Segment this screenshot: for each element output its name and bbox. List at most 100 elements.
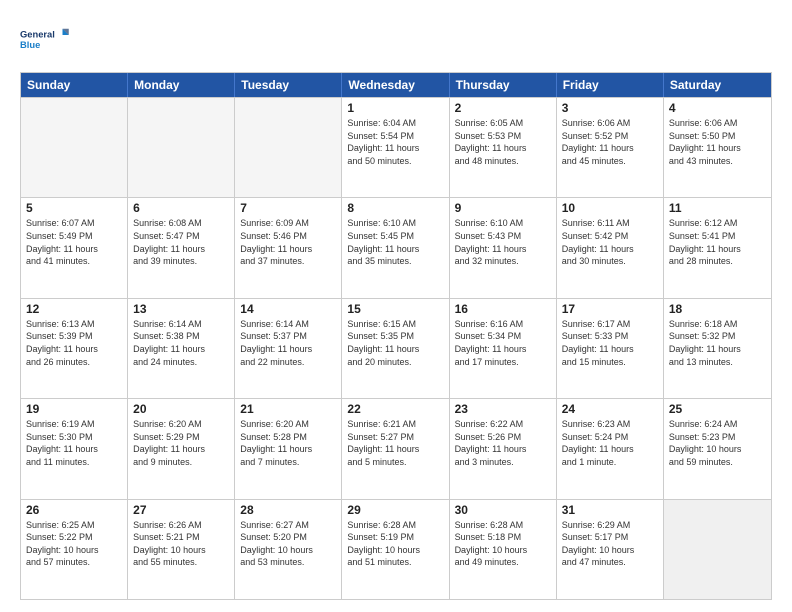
- day-number: 17: [562, 302, 658, 316]
- day-number: 4: [669, 101, 766, 115]
- day-text: Sunrise: 6:28 AM Sunset: 5:18 PM Dayligh…: [455, 519, 551, 569]
- day-cell-16: 16 Sunrise: 6:16 AM Sunset: 5:34 PM Dayli…: [450, 299, 557, 398]
- day-text: Sunrise: 6:08 AM Sunset: 5:47 PM Dayligh…: [133, 217, 229, 267]
- weekday-header-sunday: Sunday: [21, 73, 128, 97]
- empty-cell: [235, 98, 342, 197]
- day-text: Sunrise: 6:07 AM Sunset: 5:49 PM Dayligh…: [26, 217, 122, 267]
- day-text: Sunrise: 6:10 AM Sunset: 5:43 PM Dayligh…: [455, 217, 551, 267]
- day-text: Sunrise: 6:20 AM Sunset: 5:28 PM Dayligh…: [240, 418, 336, 468]
- day-cell-5: 5 Sunrise: 6:07 AM Sunset: 5:49 PM Daylig…: [21, 198, 128, 297]
- day-cell-31: 31Sunrise: 6:29 AM Sunset: 5:17 PM Dayli…: [557, 500, 664, 599]
- day-number: 29: [347, 503, 443, 517]
- day-text: Sunrise: 6:16 AM Sunset: 5:34 PM Dayligh…: [455, 318, 551, 368]
- weekday-header-wednesday: Wednesday: [342, 73, 449, 97]
- calendar-page: General Blue SundayMondayTuesdayWednesda…: [0, 0, 792, 612]
- day-text: Sunrise: 6:06 AM Sunset: 5:52 PM Dayligh…: [562, 117, 658, 167]
- day-text: Sunrise: 6:23 AM Sunset: 5:24 PM Dayligh…: [562, 418, 658, 468]
- logo: General Blue: [20, 18, 70, 62]
- day-cell-14: 14 Sunrise: 6:14 AM Sunset: 5:37 PM Dayli…: [235, 299, 342, 398]
- day-number: 18: [669, 302, 766, 316]
- day-cell-11: 11 Sunrise: 6:12 AM Sunset: 5:41 PM Dayli…: [664, 198, 771, 297]
- day-text: Sunrise: 6:27 AM Sunset: 5:20 PM Dayligh…: [240, 519, 336, 569]
- day-number: 3: [562, 101, 658, 115]
- calendar: SundayMondayTuesdayWednesdayThursdayFrid…: [20, 72, 772, 600]
- day-text: Sunrise: 6:19 AM Sunset: 5:30 PM Dayligh…: [26, 418, 122, 468]
- weekday-header-thursday: Thursday: [450, 73, 557, 97]
- day-cell-27: 27 Sunrise: 6:26 AM Sunset: 5:21 PM Dayli…: [128, 500, 235, 599]
- day-number: 13: [133, 302, 229, 316]
- day-text: Sunrise: 6:21 AM Sunset: 5:27 PM Dayligh…: [347, 418, 443, 468]
- day-cell-13: 13 Sunrise: 6:14 AM Sunset: 5:38 PM Dayli…: [128, 299, 235, 398]
- day-number: 30: [455, 503, 551, 517]
- day-cell-29: 29Sunrise: 6:28 AM Sunset: 5:19 PM Dayli…: [342, 500, 449, 599]
- day-text: Sunrise: 6:14 AM Sunset: 5:37 PM Dayligh…: [240, 318, 336, 368]
- day-text: Sunrise: 6:09 AM Sunset: 5:46 PM Dayligh…: [240, 217, 336, 267]
- day-text: Sunrise: 6:24 AM Sunset: 5:23 PM Dayligh…: [669, 418, 766, 468]
- day-number: 31: [562, 503, 658, 517]
- day-text: Sunrise: 6:06 AM Sunset: 5:50 PM Dayligh…: [669, 117, 766, 167]
- day-cell-8: 8 Sunrise: 6:10 AM Sunset: 5:45 PM Daylig…: [342, 198, 449, 297]
- day-text: Sunrise: 6:04 AM Sunset: 5:54 PM Dayligh…: [347, 117, 443, 167]
- day-number: 27: [133, 503, 229, 517]
- day-cell-18: 18 Sunrise: 6:18 AM Sunset: 5:32 PM Dayli…: [664, 299, 771, 398]
- day-number: 28: [240, 503, 336, 517]
- day-cell-30: 30 Sunrise: 6:28 AM Sunset: 5:18 PM Dayli…: [450, 500, 557, 599]
- calendar-header-row: SundayMondayTuesdayWednesdayThursdayFrid…: [21, 73, 771, 97]
- day-cell-21: 21 Sunrise: 6:20 AM Sunset: 5:28 PM Dayli…: [235, 399, 342, 498]
- day-text: Sunrise: 6:13 AM Sunset: 5:39 PM Dayligh…: [26, 318, 122, 368]
- day-number: 22: [347, 402, 443, 416]
- calendar-body: 1 Sunrise: 6:04 AM Sunset: 5:54 PM Daylig…: [21, 97, 771, 599]
- weekday-header-tuesday: Tuesday: [235, 73, 342, 97]
- empty-cell: [21, 98, 128, 197]
- day-cell-10: 10Sunrise: 6:11 AM Sunset: 5:42 PM Dayli…: [557, 198, 664, 297]
- calendar-row-1: 5 Sunrise: 6:07 AM Sunset: 5:49 PM Daylig…: [21, 197, 771, 297]
- day-cell-9: 9Sunrise: 6:10 AM Sunset: 5:43 PM Daylig…: [450, 198, 557, 297]
- day-text: Sunrise: 6:12 AM Sunset: 5:41 PM Dayligh…: [669, 217, 766, 267]
- calendar-row-3: 19 Sunrise: 6:19 AM Sunset: 5:30 PM Dayli…: [21, 398, 771, 498]
- day-number: 8: [347, 201, 443, 215]
- svg-text:General: General: [20, 30, 55, 40]
- day-text: Sunrise: 6:25 AM Sunset: 5:22 PM Dayligh…: [26, 519, 122, 569]
- day-cell-3: 3 Sunrise: 6:06 AM Sunset: 5:52 PM Daylig…: [557, 98, 664, 197]
- day-number: 16: [455, 302, 551, 316]
- logo-svg: General Blue: [20, 18, 70, 62]
- day-number: 25: [669, 402, 766, 416]
- day-text: Sunrise: 6:05 AM Sunset: 5:53 PM Dayligh…: [455, 117, 551, 167]
- day-number: 6: [133, 201, 229, 215]
- day-cell-1: 1 Sunrise: 6:04 AM Sunset: 5:54 PM Daylig…: [342, 98, 449, 197]
- day-cell-2: 2Sunrise: 6:05 AM Sunset: 5:53 PM Daylig…: [450, 98, 557, 197]
- day-number: 1: [347, 101, 443, 115]
- day-number: 7: [240, 201, 336, 215]
- day-number: 12: [26, 302, 122, 316]
- day-cell-26: 26Sunrise: 6:25 AM Sunset: 5:22 PM Dayli…: [21, 500, 128, 599]
- day-cell-28: 28 Sunrise: 6:27 AM Sunset: 5:20 PM Dayli…: [235, 500, 342, 599]
- calendar-row-0: 1 Sunrise: 6:04 AM Sunset: 5:54 PM Daylig…: [21, 97, 771, 197]
- day-cell-4: 4 Sunrise: 6:06 AM Sunset: 5:50 PM Daylig…: [664, 98, 771, 197]
- day-number: 19: [26, 402, 122, 416]
- day-text: Sunrise: 6:26 AM Sunset: 5:21 PM Dayligh…: [133, 519, 229, 569]
- svg-text:Blue: Blue: [20, 40, 40, 50]
- day-text: Sunrise: 6:15 AM Sunset: 5:35 PM Dayligh…: [347, 318, 443, 368]
- day-text: Sunrise: 6:14 AM Sunset: 5:38 PM Dayligh…: [133, 318, 229, 368]
- day-text: Sunrise: 6:20 AM Sunset: 5:29 PM Dayligh…: [133, 418, 229, 468]
- day-number: 15: [347, 302, 443, 316]
- day-cell-24: 24 Sunrise: 6:23 AM Sunset: 5:24 PM Dayli…: [557, 399, 664, 498]
- day-cell-12: 12 Sunrise: 6:13 AM Sunset: 5:39 PM Dayli…: [21, 299, 128, 398]
- day-text: Sunrise: 6:11 AM Sunset: 5:42 PM Dayligh…: [562, 217, 658, 267]
- day-cell-23: 23Sunrise: 6:22 AM Sunset: 5:26 PM Dayli…: [450, 399, 557, 498]
- day-text: Sunrise: 6:10 AM Sunset: 5:45 PM Dayligh…: [347, 217, 443, 267]
- day-number: 5: [26, 201, 122, 215]
- day-text: Sunrise: 6:18 AM Sunset: 5:32 PM Dayligh…: [669, 318, 766, 368]
- weekday-header-saturday: Saturday: [664, 73, 771, 97]
- day-cell-17: 17 Sunrise: 6:17 AM Sunset: 5:33 PM Dayli…: [557, 299, 664, 398]
- weekday-header-monday: Monday: [128, 73, 235, 97]
- day-number: 21: [240, 402, 336, 416]
- day-cell-25: 25 Sunrise: 6:24 AM Sunset: 5:23 PM Dayli…: [664, 399, 771, 498]
- calendar-row-4: 26Sunrise: 6:25 AM Sunset: 5:22 PM Dayli…: [21, 499, 771, 599]
- day-number: 11: [669, 201, 766, 215]
- day-number: 20: [133, 402, 229, 416]
- day-number: 14: [240, 302, 336, 316]
- day-number: 24: [562, 402, 658, 416]
- day-text: Sunrise: 6:17 AM Sunset: 5:33 PM Dayligh…: [562, 318, 658, 368]
- day-cell-19: 19 Sunrise: 6:19 AM Sunset: 5:30 PM Dayli…: [21, 399, 128, 498]
